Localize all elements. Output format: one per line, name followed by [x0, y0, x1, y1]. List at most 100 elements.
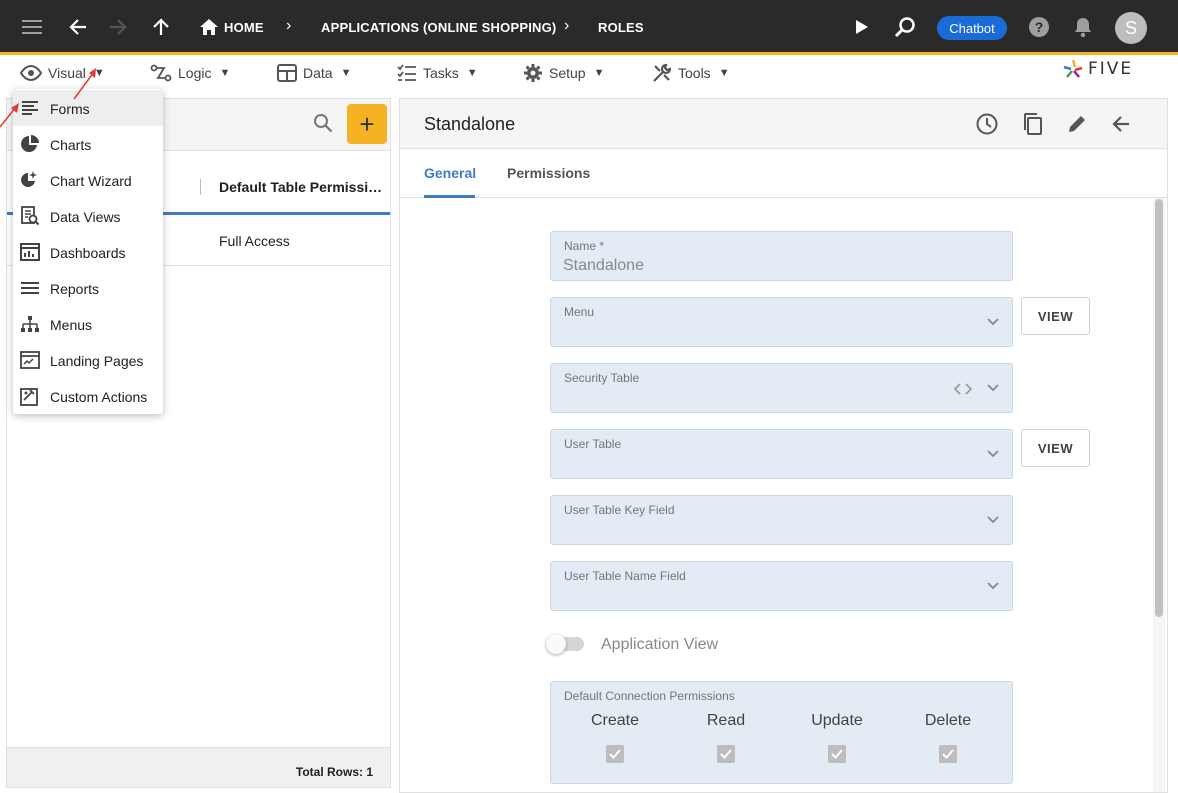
dropdown-item-reports[interactable]: Reports: [13, 270, 163, 306]
dropdown-item-menus[interactable]: Menus: [13, 306, 163, 342]
search-code-icon[interactable]: [892, 14, 918, 40]
read-checkbox[interactable]: [717, 745, 735, 763]
back-arrow-icon[interactable]: [1108, 111, 1134, 137]
detail-tabs: General Permissions: [400, 149, 1167, 198]
active-tab-indicator: [424, 195, 475, 198]
menu-setup-label: Setup: [549, 65, 586, 81]
menu-tasks[interactable]: Tasks ▼: [397, 63, 478, 83]
menu-logic[interactable]: Logic ▼: [150, 63, 230, 83]
toggle-knob: [546, 634, 566, 654]
check-icon: [831, 749, 843, 759]
security-table-select[interactable]: Security Table: [550, 363, 1013, 413]
svg-text:?: ?: [1035, 19, 1044, 35]
dropdown-item-label: Chart Wizard: [50, 173, 132, 189]
dropdown-item-custom-actions[interactable]: Custom Actions: [13, 378, 163, 414]
create-checkbox[interactable]: [606, 745, 624, 763]
user-table-key-field-label: User Table Key Field: [564, 503, 675, 517]
breadcrumb-applications[interactable]: APPLICATIONS (ONLINE SHOPPING): [321, 20, 556, 35]
caret-down-icon: ▼: [340, 67, 352, 79]
dropdown-item-label: Reports: [50, 281, 100, 297]
permission-create-label: Create: [590, 712, 640, 729]
dropdown-item-landing-pages[interactable]: Landing Pages: [13, 342, 163, 378]
forward-arrow-icon[interactable]: [105, 14, 131, 40]
menu-setup[interactable]: Setup ▼: [523, 63, 604, 83]
copy-icon[interactable]: [1019, 111, 1045, 137]
back-arrow-icon[interactable]: [65, 14, 91, 40]
chevron-down-icon: [987, 318, 999, 326]
column-header-default-table-permissions[interactable]: Default Table Permissi…: [219, 179, 382, 195]
menu-logic-label: Logic: [178, 65, 212, 81]
tab-permissions[interactable]: Permissions: [507, 165, 590, 181]
security-table-label: Security Table: [564, 371, 640, 385]
dropdown-item-dashboards[interactable]: Dashboards: [13, 234, 163, 270]
add-button[interactable]: +: [347, 104, 387, 144]
visual-dropdown-menu: Forms Charts Chart Wizard Data Views Das…: [13, 89, 163, 414]
chevron-down-icon: [987, 516, 999, 524]
permissions-title: Default Connection Permissions: [564, 689, 735, 703]
chart-wizard-icon: [21, 171, 37, 187]
default-connection-permissions: Default Connection Permissions Create Re…: [550, 681, 1013, 784]
detail-panel: Standalone General Permissions Name * St…: [399, 98, 1168, 793]
dropdown-item-label: Menus: [50, 317, 93, 333]
update-checkbox[interactable]: [828, 745, 846, 763]
dropdown-item-data-views[interactable]: Data Views: [13, 198, 163, 234]
eye-icon: [20, 65, 42, 81]
user-table-select[interactable]: User Table: [550, 429, 1013, 479]
table-icon: [277, 64, 297, 82]
menu-select[interactable]: Menu: [550, 297, 1013, 347]
dropdown-item-label: Landing Pages: [50, 353, 144, 369]
name-value: Standalone: [563, 257, 644, 274]
user-table-view-button[interactable]: VIEW: [1021, 429, 1090, 467]
breadcrumb-roles[interactable]: ROLES: [598, 20, 644, 35]
chevron-down-icon: [987, 384, 999, 392]
logo-text: FIVE: [1088, 59, 1134, 79]
landing-pages-icon: [20, 351, 40, 369]
scrollbar-thumb[interactable]: [1155, 199, 1163, 617]
delete-checkbox[interactable]: [939, 745, 957, 763]
caret-down-icon: ▼: [718, 67, 730, 79]
menu-tools[interactable]: Tools ▼: [652, 63, 730, 83]
hamburger-menu-icon[interactable]: [20, 14, 46, 40]
permission-delete-label: Delete: [924, 712, 972, 729]
data-views-icon: [21, 206, 40, 226]
user-avatar[interactable]: S: [1115, 12, 1147, 44]
dropdown-item-label: Data Views: [50, 209, 121, 225]
menu-view-button[interactable]: VIEW: [1021, 297, 1090, 335]
edit-pencil-icon[interactable]: [1064, 111, 1090, 137]
caret-down-icon: ▼: [593, 67, 605, 79]
menu-tools-label: Tools: [678, 65, 711, 81]
user-table-key-field-select[interactable]: User Table Key Field: [550, 495, 1013, 545]
tasks-checklist-icon: [397, 64, 416, 81]
play-icon[interactable]: [849, 14, 875, 40]
check-icon: [720, 749, 732, 759]
dropdown-item-label: Dashboards: [50, 245, 126, 261]
dropdown-item-chart-wizard[interactable]: Chart Wizard: [13, 162, 163, 198]
up-arrow-icon[interactable]: [148, 14, 174, 40]
menu-data[interactable]: Data ▼: [277, 63, 351, 83]
chevron-down-icon: [987, 582, 999, 590]
home-icon[interactable]: [196, 14, 222, 40]
breadcrumb-home[interactable]: HOME: [224, 20, 264, 35]
permission-update-label: Update: [811, 712, 863, 729]
gear-icon: [524, 64, 542, 82]
notifications-bell-icon[interactable]: [1070, 14, 1096, 40]
annotation-arrow-icon: [0, 103, 19, 128]
dropdown-item-charts[interactable]: Charts: [13, 126, 163, 162]
application-view-toggle[interactable]: [546, 634, 584, 654]
chatbot-button[interactable]: Chatbot: [937, 16, 1007, 40]
total-rows: Total Rows: 1: [295, 765, 373, 779]
name-field[interactable]: Name * Standalone: [550, 231, 1013, 281]
page-title: Standalone: [424, 114, 516, 134]
pie-chart-icon: [21, 135, 39, 152]
tab-general[interactable]: General: [424, 165, 476, 181]
code-brackets-icon[interactable]: [954, 382, 972, 396]
help-icon[interactable]: ?: [1026, 14, 1052, 40]
history-clock-icon[interactable]: [974, 111, 1000, 137]
menus-icon: [21, 316, 39, 332]
plus-icon: +: [359, 108, 375, 139]
five-logo: FIVE: [1062, 58, 1133, 80]
dropdown-item-label: Forms: [50, 101, 90, 117]
search-icon[interactable]: [313, 113, 333, 138]
five-logo-mark-icon: [1063, 59, 1083, 78]
user-table-name-field-select[interactable]: User Table Name Field: [550, 561, 1013, 611]
